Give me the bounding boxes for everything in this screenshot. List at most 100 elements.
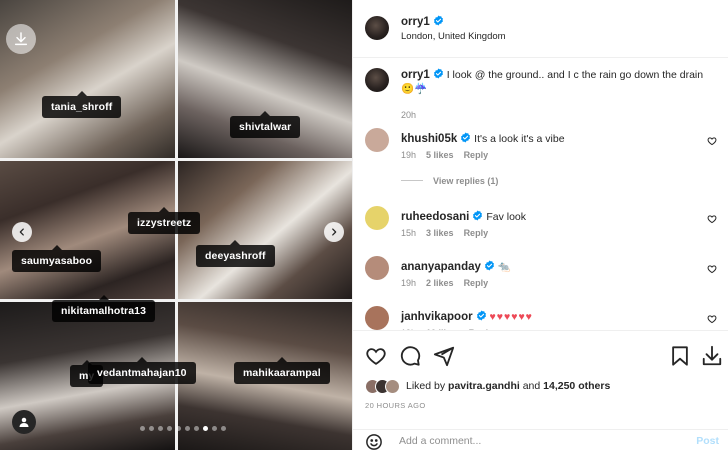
verified-badge-icon [461, 132, 471, 143]
photo-tag[interactable]: shivtalwar [230, 111, 301, 138]
comment-username[interactable]: ruheedosani [401, 211, 469, 223]
comment-username[interactable]: ananyapanday [401, 261, 481, 273]
comment-body: ♥♥♥♥♥♥ [489, 311, 533, 323]
comment-time[interactable]: 15h [401, 228, 416, 238]
photo-tag[interactable]: izzystreetz [128, 207, 201, 234]
avatar[interactable] [365, 206, 389, 230]
carousel-dot [176, 426, 181, 431]
comment-text: ruheedosani Fav look [401, 210, 526, 224]
comment-meta: 19h 2 likes Reply [401, 278, 498, 288]
comments-list[interactable]: orry1 I look @ the ground.. and I c the … [353, 58, 728, 330]
liked-by-user[interactable]: pavitra.gandhi [448, 380, 520, 392]
comment-time[interactable]: 19h [401, 150, 416, 160]
photo-tag[interactable]: vedantmahajan10 [88, 357, 196, 384]
comment-row: janhvikapoor ♥♥♥♥♥♥19h10 likesReply [353, 306, 728, 330]
download-icon[interactable] [6, 24, 36, 54]
liked-by-middle: and [519, 380, 544, 392]
heart-outline-icon[interactable] [707, 136, 717, 146]
comment-meta: 19h 5 likes Reply [401, 150, 498, 160]
reply-button[interactable]: Reply [464, 278, 489, 288]
comment-meta: 15h 3 likes Reply [401, 228, 498, 238]
post-header: orry1 London, United Kingdom [353, 0, 728, 58]
avatar[interactable] [365, 128, 389, 152]
header-user-row: orry1 [401, 15, 444, 28]
caption-time[interactable]: 20h [401, 110, 416, 120]
comment-text: janhvikapoor ♥♥♥♥♥♥ [401, 310, 533, 324]
download-icon[interactable] [701, 345, 723, 367]
caption-username[interactable]: orry1 [401, 69, 430, 81]
post-timestamp[interactable]: 20 HOURS AGO [365, 401, 426, 410]
post-media[interactable]: tania_shroff shivtalwar izzystreetz saum… [0, 0, 352, 450]
caption-emoji: 🙂☔ [401, 83, 428, 95]
carousel-dot [167, 426, 172, 431]
paper-plane-icon[interactable] [433, 345, 455, 367]
comment-row: ananyapanday 🐀 19h 2 likes Reply [353, 256, 728, 308]
comment-body: It's a look it's a vibe [474, 133, 565, 145]
bookmark-icon[interactable] [669, 345, 691, 367]
post-actions: Liked by pavitra.gandhi and 14,250 other… [353, 330, 728, 450]
grid-divider [0, 158, 352, 161]
photo-tag[interactable]: deeyashroff [196, 240, 275, 267]
view-replies-button[interactable]: View replies (1) [401, 176, 498, 186]
comment-text: khushi05k It's a look it's a vibe [401, 132, 565, 146]
carousel-dots [140, 426, 226, 431]
avatar[interactable] [365, 256, 389, 280]
photo-tag[interactable]: saumyasaboo [12, 245, 102, 272]
comment-likes[interactable]: 3 likes [426, 228, 454, 238]
caption-meta: 20h [401, 110, 426, 120]
photo-tag[interactable]: tania_shroff [42, 91, 122, 118]
comment-icon[interactable] [399, 345, 421, 367]
comment-row: khushi05k It's a look it's a vibe 19h 5 li… [353, 128, 728, 186]
reply-button[interactable]: Reply [464, 150, 489, 160]
comment-likes[interactable]: 5 likes [426, 150, 454, 160]
carousel-dot [212, 426, 217, 431]
emoji-icon[interactable] [365, 433, 383, 451]
caption-body: I look @ the ground.. and I c the rain g… [446, 69, 704, 81]
photo-tile-1 [0, 0, 176, 160]
header-location[interactable]: London, United Kingdom [401, 31, 506, 42]
comment-time[interactable]: 19h [401, 278, 416, 288]
comment-body: Fav look [486, 211, 526, 223]
avatar[interactable] [385, 378, 400, 394]
carousel-dot [149, 426, 154, 431]
comment-username[interactable]: janhvikapoor [401, 311, 473, 323]
comment-text: ananyapanday 🐀 [401, 260, 511, 274]
carousel-dot [185, 426, 190, 431]
carousel-dot [203, 426, 208, 431]
chevron-left-icon[interactable] [12, 222, 32, 242]
reply-button[interactable]: Reply [464, 228, 489, 238]
user-tags-icon[interactable] [12, 410, 36, 434]
post-side-panel: orry1 London, United Kingdom orry1 I loo… [352, 0, 728, 450]
carousel-dot [221, 426, 226, 431]
verified-badge-icon [476, 310, 486, 321]
instagram-post: tania_shroff shivtalwar izzystreetz saum… [0, 0, 728, 450]
likes-count[interactable]: 14,250 others [543, 380, 610, 392]
caption-text: orry1 I look @ the ground.. and I c the … [401, 68, 717, 96]
comment-row: ruheedosani Fav look 15h 3 likes Reply [353, 206, 728, 258]
verified-badge-icon [473, 210, 483, 221]
caption-row: orry1 I look @ the ground.. and I c the … [353, 68, 728, 120]
carousel-dot [158, 426, 163, 431]
carousel-dot [194, 426, 199, 431]
heart-outline-icon[interactable] [707, 214, 717, 224]
photo-tag[interactable]: nikitamalhotra13 [52, 295, 156, 322]
comment-username[interactable]: khushi05k [401, 133, 457, 145]
comment-likes[interactable]: 2 likes [426, 278, 454, 288]
avatar[interactable] [365, 16, 389, 40]
liked-by-prefix: Liked by [406, 380, 449, 392]
heart-outline-icon[interactable] [707, 314, 717, 324]
comment-body: 🐀 [497, 261, 511, 273]
avatar[interactable] [365, 68, 389, 92]
verified-badge-icon [433, 68, 443, 79]
header-username[interactable]: orry1 [401, 16, 430, 28]
photo-tag[interactable]: mahikaarampal [234, 357, 330, 384]
comment-input[interactable]: Add a comment... [399, 435, 481, 447]
carousel-dot [140, 426, 145, 431]
verified-badge-icon [484, 260, 494, 271]
heart-outline-icon[interactable] [365, 345, 387, 367]
avatar[interactable] [365, 306, 389, 330]
chevron-right-icon[interactable] [324, 222, 344, 242]
heart-outline-icon[interactable] [707, 264, 717, 274]
post-comment-button[interactable]: Post [696, 435, 719, 447]
liked-by-row: Liked by pavitra.gandhi and 14,250 other… [365, 377, 610, 395]
